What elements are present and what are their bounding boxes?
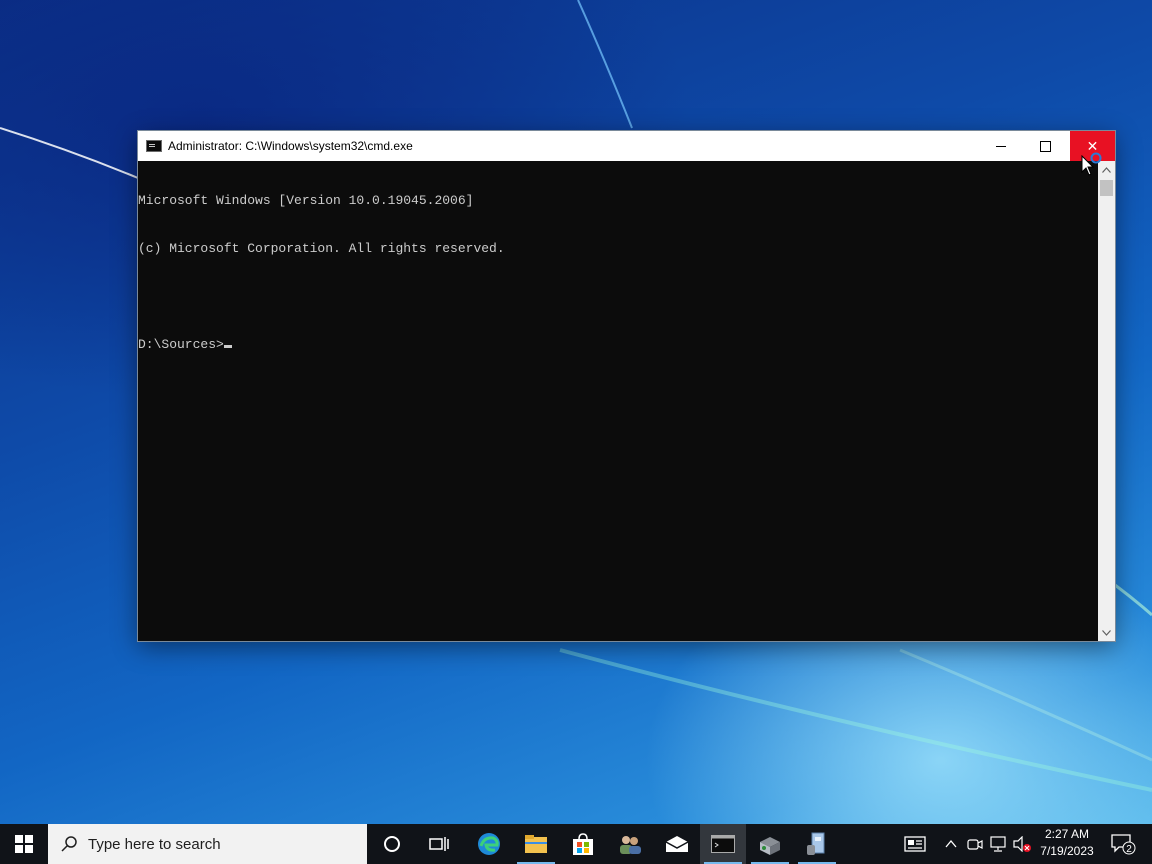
busy-indicator-icon	[1090, 152, 1102, 164]
console-line: (c) Microsoft Corporation. All rights re…	[138, 241, 505, 256]
network-icon	[990, 836, 1006, 852]
window-title: Administrator: C:\Windows\system32\cmd.e…	[168, 139, 413, 153]
setup-icon	[807, 832, 825, 855]
volume-button[interactable]	[1012, 824, 1032, 864]
chevron-up-icon	[945, 840, 957, 848]
file-explorer-button[interactable]	[513, 824, 559, 864]
search-icon	[61, 836, 77, 852]
setup-button[interactable]	[794, 824, 840, 864]
text-cursor	[223, 345, 232, 348]
cmd-icon	[146, 140, 162, 152]
search-placeholder: Type here to search	[88, 835, 221, 853]
maximize-button[interactable]	[1023, 131, 1068, 161]
users-button[interactable]	[607, 824, 653, 864]
minimize-button[interactable]	[978, 131, 1023, 161]
store-button[interactable]	[560, 824, 606, 864]
clock-date: 7/19/2023	[1040, 844, 1094, 858]
clock[interactable]: 2:27 AM 7/19/2023	[1030, 826, 1104, 862]
chevron-up-icon	[1102, 166, 1111, 173]
title-bar[interactable]: Administrator: C:\Windows\system32\cmd.e…	[138, 131, 1115, 161]
cortana-button[interactable]	[369, 824, 415, 864]
windows-logo-icon	[15, 835, 33, 853]
network-button[interactable]	[988, 824, 1010, 864]
camera-icon	[967, 839, 983, 850]
edge-icon	[478, 833, 500, 855]
scroll-down-button[interactable]	[1098, 624, 1115, 641]
installer-icon	[760, 837, 780, 855]
task-view-button[interactable]	[416, 824, 462, 864]
cmd-taskbar-button[interactable]	[700, 824, 746, 864]
action-center-button[interactable]: 2	[1108, 824, 1138, 864]
vertical-scrollbar[interactable]	[1098, 161, 1115, 641]
volume-muted-icon	[1013, 836, 1031, 852]
cmd-window[interactable]: Administrator: C:\Windows\system32\cmd.e…	[138, 131, 1115, 641]
edge-button[interactable]	[466, 824, 512, 864]
installer-button[interactable]	[747, 824, 793, 864]
cortana-icon	[384, 836, 400, 852]
news-icon	[904, 836, 926, 852]
store-icon	[573, 833, 593, 855]
chevron-down-icon	[1102, 629, 1111, 636]
mail-button[interactable]	[654, 824, 700, 864]
console-line: Microsoft Windows [Version 10.0.19045.20…	[138, 193, 474, 208]
task-view-icon	[429, 837, 449, 851]
show-hidden-icons-button[interactable]	[942, 824, 960, 864]
scroll-thumb[interactable]	[1100, 180, 1113, 196]
notification-icon: 2	[1111, 834, 1136, 855]
search-box[interactable]: Type here to search	[48, 824, 367, 864]
clock-time: 2:27 AM	[1044, 827, 1090, 841]
minimize-icon	[995, 145, 1006, 147]
prompt-line[interactable]: D:\Sources>	[138, 337, 1098, 353]
news-button[interactable]	[900, 824, 930, 864]
file-explorer-icon	[525, 835, 547, 853]
start-button[interactable]	[0, 824, 48, 864]
meet-now-button[interactable]	[966, 824, 984, 864]
users-icon	[620, 836, 641, 854]
console-output[interactable]: Microsoft Windows [Version 10.0.19045.20…	[138, 161, 1098, 641]
notification-count: 2	[1126, 844, 1132, 855]
maximize-icon	[1040, 140, 1051, 152]
cmd-icon	[711, 835, 735, 853]
mail-icon	[665, 836, 689, 852]
prompt-text: D:\Sources>	[138, 337, 224, 352]
